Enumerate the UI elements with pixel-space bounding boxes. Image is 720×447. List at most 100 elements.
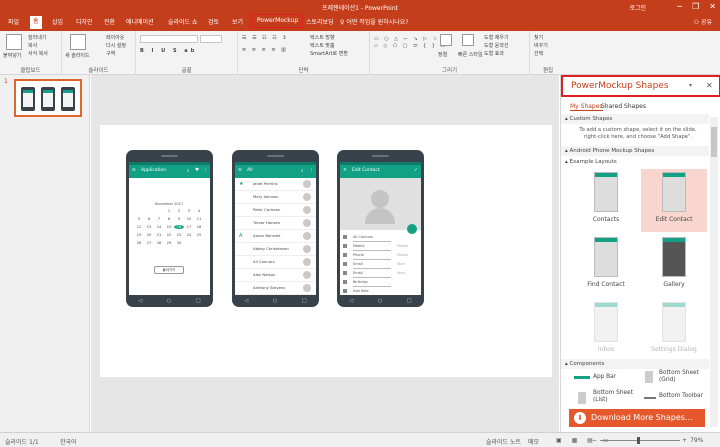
tab-slideshow[interactable]: 슬라이드 쇼 (168, 17, 198, 26)
copy-button[interactable]: 복사 (28, 42, 37, 49)
align-text-button[interactable]: 텍스트 맞춤 (310, 42, 335, 49)
calendar-day[interactable]: 23 (174, 233, 184, 237)
components-header[interactable]: ▴ Components (561, 359, 709, 369)
zoom-level[interactable]: 79% (690, 437, 703, 444)
tab-home[interactable]: 홈 (30, 16, 42, 29)
calendar-day[interactable]: 25 (194, 233, 204, 237)
list-item[interactable]: ★ Janet Perkins (235, 178, 316, 191)
tab-review[interactable]: 검토 (208, 17, 219, 26)
calendar-day[interactable]: 26 (134, 241, 144, 245)
shapes-gallery-row2[interactable]: ▱ ◇ ⬠ ▢ ⬭ { } ☐ (374, 43, 447, 49)
section-button[interactable]: 구역 (106, 50, 115, 57)
notes-button[interactable]: 슬라이드 노트 (486, 437, 521, 446)
font-size-box[interactable] (200, 35, 222, 43)
list-item[interactable]: Trevor Hansen (235, 217, 316, 230)
calendar-day[interactable]: 21 (154, 233, 164, 237)
list-item[interactable]: Alex Nelson (235, 269, 316, 282)
arrange-button[interactable]: 정렬 (438, 51, 447, 58)
calendar-day[interactable] (194, 241, 204, 245)
tab-shared-shapes[interactable]: Shared Shapes (601, 103, 646, 110)
component-app-bar[interactable]: App Bar (593, 374, 616, 380)
calendar-day[interactable]: 22 (164, 233, 174, 237)
calendar-day[interactable]: 20 (144, 233, 154, 237)
phone-mockup-calendar[interactable]: ≡ Application ⌕ ♥ ⋮ November 2017 123456… (126, 150, 213, 307)
layout-card[interactable]: Gallery (641, 234, 707, 297)
reset-button[interactable]: 다시 설정 (106, 42, 126, 49)
layout-card[interactable]: Settings Dialog (641, 299, 707, 354)
calendar-day[interactable]: 28 (154, 241, 164, 245)
login-link[interactable]: 로그인 (629, 3, 646, 12)
phone-mockup-contacts[interactable]: ≡ All ⌕ ⋮ ★ Janet Perkins Mary Johnson Pete… (232, 150, 319, 307)
calendar-day[interactable]: 14 (154, 225, 164, 229)
replace-button[interactable]: 바꾸기 (534, 42, 548, 49)
font-format-icons[interactable]: B I U S ab (140, 48, 197, 54)
panel-menu-icon[interactable]: ▾ (689, 82, 692, 89)
list-icons[interactable]: ☰ ☰ ☷ ☷ ↕ (242, 35, 288, 41)
paste-button[interactable]: 붙여넣기 (3, 52, 21, 59)
tab-animations[interactable]: 애니메이션 (126, 17, 154, 26)
zoom-slider[interactable] (600, 440, 680, 441)
layout-card[interactable]: Inbox (573, 299, 639, 354)
calendar-day[interactable]: 12 (134, 225, 144, 229)
calendar-day[interactable]: 7 (154, 217, 164, 221)
share-button[interactable]: ⚇ 공유 (694, 17, 712, 26)
calendar-day[interactable]: 17 (184, 225, 194, 229)
select-button[interactable]: 선택 (534, 50, 543, 57)
list-item[interactable]: Peter Carlsson (235, 204, 316, 217)
calendar-day[interactable]: 4 (194, 209, 204, 213)
calendar-day[interactable]: 5 (134, 217, 144, 221)
panel-close-button[interactable]: ✕ (706, 81, 713, 90)
restore-button[interactable]: ❐ (692, 1, 699, 12)
shape-effects-button[interactable]: 도형 효과 (484, 50, 504, 57)
calendar-day[interactable] (184, 241, 194, 245)
new-slide-icon[interactable] (70, 34, 86, 50)
quick-styles-icon[interactable] (462, 34, 474, 46)
calendar-day[interactable]: 15 (164, 225, 174, 229)
form-field[interactable]: Add field (340, 286, 421, 295)
calendar-day[interactable]: 10 (184, 217, 194, 221)
layout-card-selected[interactable]: Edit Contact (641, 169, 707, 232)
calendar-day[interactable]: 13 (144, 225, 154, 229)
calendar-day[interactable]: 3 (184, 209, 194, 213)
list-item[interactable]: A Aaron Bennett (235, 230, 316, 243)
tab-design[interactable]: 디자인 (76, 17, 93, 26)
calendar-day[interactable]: 2 (174, 209, 184, 213)
align-icons[interactable]: ≡ ≡ ≡ ≡ ▥ (242, 47, 288, 53)
layout-card[interactable]: Find Contact (573, 234, 639, 297)
return-button[interactable]: 돌아가기 (154, 266, 184, 274)
list-item[interactable]: Ali Connors (235, 256, 316, 269)
list-item[interactable]: Mary Johnson (235, 191, 316, 204)
calendar-day[interactable]: 29 (164, 241, 174, 245)
calendar-day[interactable] (144, 209, 154, 213)
custom-shapes-header[interactable]: ▴ Custom Shapes (561, 114, 709, 124)
zoom-slider-thumb[interactable] (637, 437, 640, 444)
calendar-day[interactable]: 16 (174, 225, 184, 229)
list-item[interactable]: Anthony Stevens (235, 282, 316, 295)
tab-insert[interactable]: 삽입 (52, 17, 63, 26)
shape-fill-button[interactable]: 도형 채우기 (484, 34, 509, 41)
quick-styles-button[interactable]: 빠른 스타일 (458, 51, 483, 58)
comments-button[interactable]: 메모 (528, 437, 539, 446)
calendar-day[interactable]: 19 (134, 233, 144, 237)
calendar-day[interactable]: 18 (194, 225, 204, 229)
calendar-day[interactable]: 27 (144, 241, 154, 245)
calendar-day[interactable]: 11 (194, 217, 204, 221)
calendar-day[interactable] (154, 209, 164, 213)
tab-view[interactable]: 보기 (232, 17, 243, 26)
zoom-out-button[interactable]: − (592, 437, 597, 444)
paste-icon[interactable] (6, 34, 22, 50)
arrange-icon[interactable] (440, 34, 452, 46)
slide-canvas[interactable]: ≡ Application ⌕ ♥ ⋮ November 2017 123456… (100, 125, 552, 377)
zoom-in-button[interactable]: + (682, 437, 687, 444)
close-window-button[interactable]: ✕ (709, 1, 716, 12)
shapes-gallery[interactable]: ▭ ○ △ ⌐ ↘ ▷ ☆ ⌒ (374, 35, 450, 42)
smartart-button[interactable]: SmartArt로 변환 (310, 50, 348, 57)
list-item[interactable]: Abbey Christensen (235, 243, 316, 256)
calendar-day[interactable]: 8 (164, 217, 174, 221)
example-layouts-header[interactable]: ▴ Example Layouts (561, 157, 709, 167)
panel-scrollbar[interactable] (710, 117, 718, 427)
format-painter-button[interactable]: 서식 복사 (28, 50, 48, 57)
tab-transitions[interactable]: 전환 (104, 17, 115, 26)
font-name-box[interactable] (140, 35, 198, 43)
calendar-day[interactable]: 9 (174, 217, 184, 221)
